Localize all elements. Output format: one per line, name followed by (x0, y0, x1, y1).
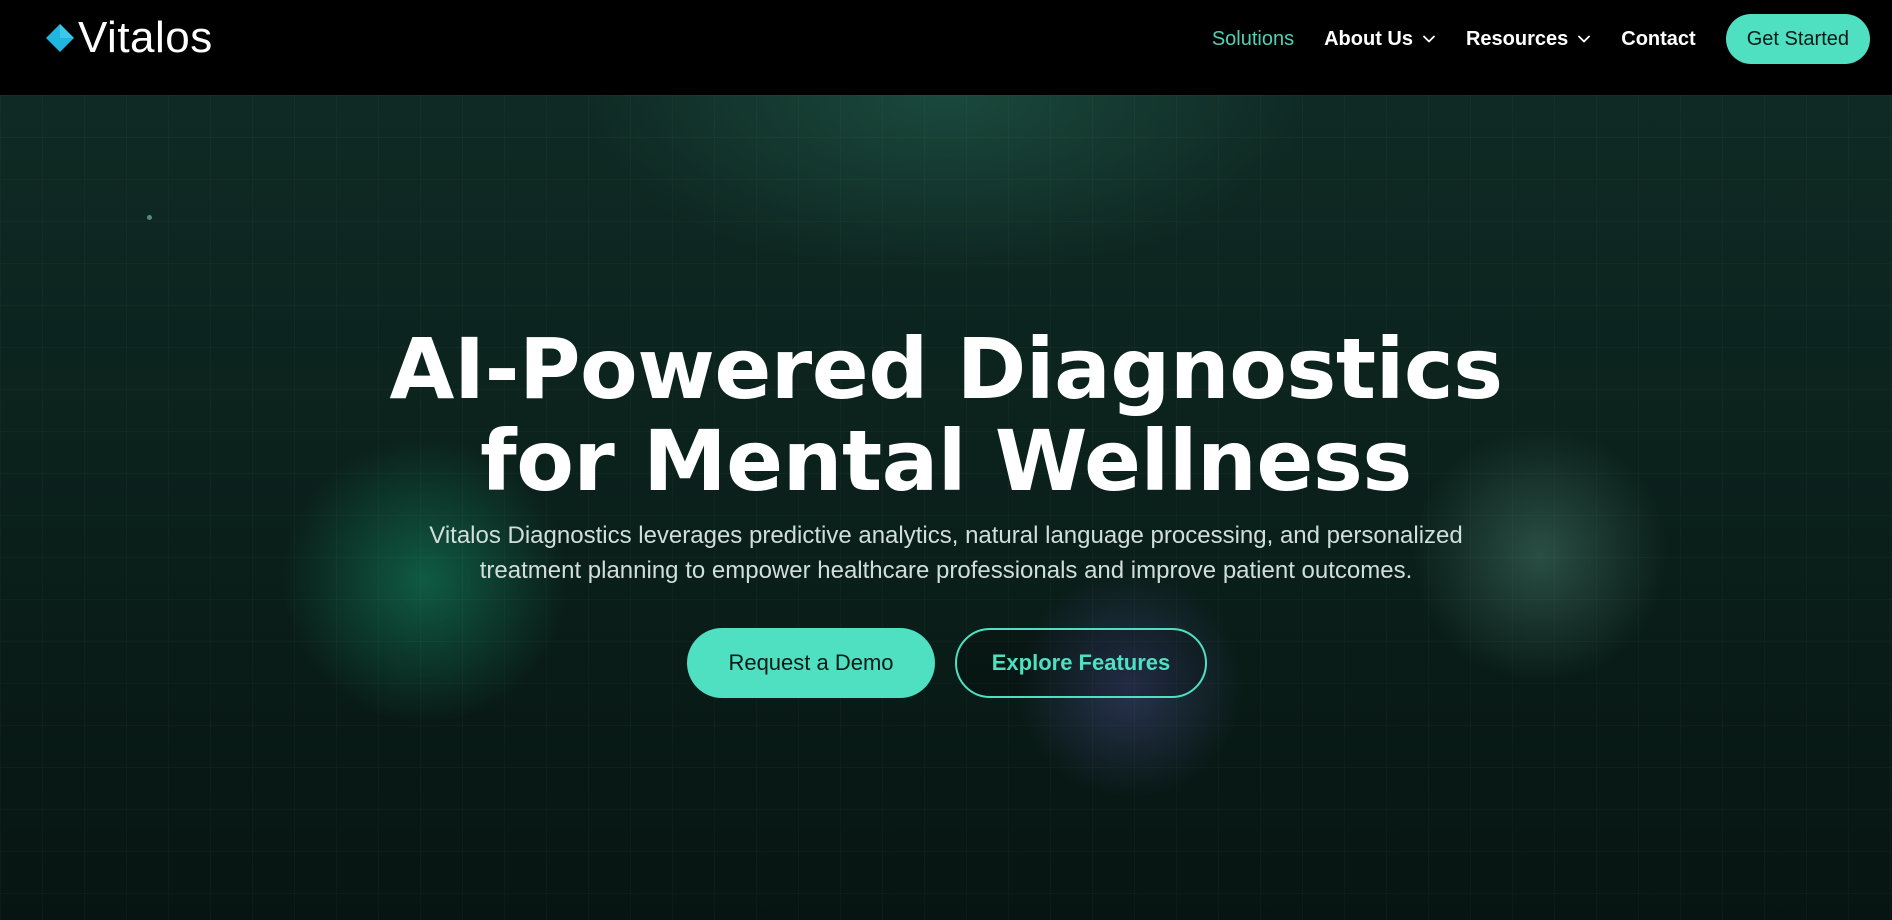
nav-item-label: Solutions (1211, 27, 1295, 50)
chevron-down-icon (1423, 35, 1435, 43)
headline-line-1: AI-Powered Diagnostics (389, 320, 1503, 418)
page: Vitalos Solutions About Us Resources Con… (0, 0, 1892, 920)
explore-features-button[interactable]: Explore Features (955, 628, 1207, 698)
main-nav: Solutions About Us Resources Contact Get… (1182, 14, 1870, 64)
nav-item-about-us[interactable]: About Us (1324, 28, 1436, 51)
particle-dot (147, 215, 152, 220)
nav-item-label: About Us (1324, 27, 1413, 50)
chevron-down-icon (1578, 35, 1591, 43)
diamond-icon (46, 24, 74, 52)
headline-line-2: for Mental Wellness (480, 412, 1412, 510)
logo-link[interactable]: Vitalos (44, 14, 213, 62)
subhead-line-1: Vitalos Diagnostics leverages predictive… (429, 522, 1463, 549)
nav-item-contact[interactable]: Contact (1621, 28, 1695, 51)
request-demo-button[interactable]: Request a Demo (687, 628, 935, 698)
hero-section: AI-Powered Diagnostics for Mental Wellne… (0, 95, 1892, 920)
hero-headline: AI-Powered Diagnostics for Mental Wellne… (0, 323, 1892, 507)
nav-item-resources[interactable]: Resources (1466, 28, 1591, 51)
subhead-line-2: treatment planning to empower healthcare… (479, 557, 1413, 584)
nav-item-label: Resources (1465, 27, 1569, 50)
hero-button-group: Request a Demo Explore Features (0, 628, 1892, 698)
get-started-button[interactable]: Get Started (1725, 14, 1870, 64)
nav-item-solutions[interactable]: Solutions (1212, 28, 1294, 51)
brand-name: Vitalos (78, 13, 213, 62)
hero-subheading: Vitalos Diagnostics leverages predictive… (0, 518, 1892, 588)
nav-item-label: Contact (1621, 27, 1696, 50)
navbar: Vitalos Solutions About Us Resources Con… (0, 0, 1892, 95)
